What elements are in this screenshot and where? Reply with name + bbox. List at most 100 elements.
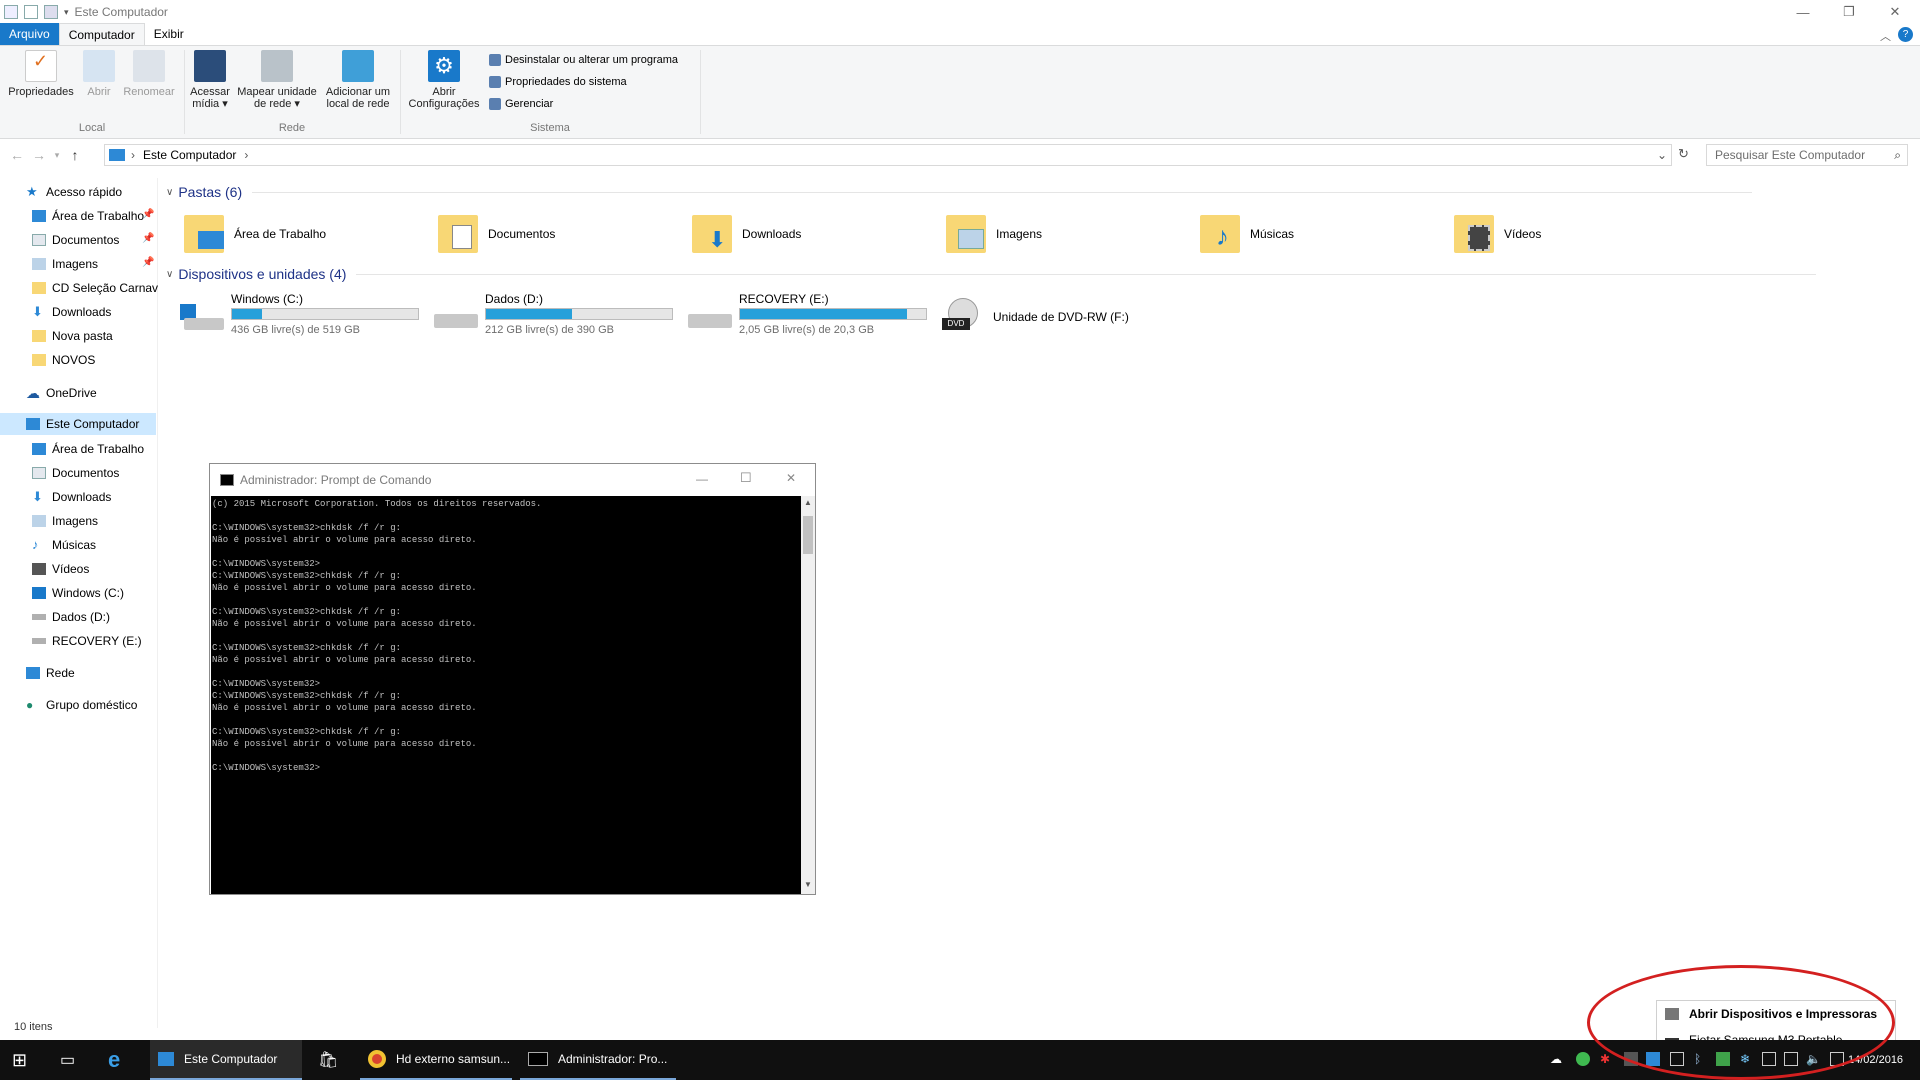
folder-imagens[interactable]: Imagens <box>946 210 1042 258</box>
minimize-button[interactable]: ― <box>1780 0 1826 24</box>
nav-pc-windows-c[interactable]: Windows (C:) <box>32 582 158 604</box>
section-dispositivos[interactable]: ∨ Dispositivos e unidades (4) <box>166 266 1916 282</box>
window-title: Este Computador <box>74 5 168 19</box>
nav-este-computador[interactable]: Este Computador <box>0 413 156 435</box>
customize-toolbar-icon[interactable]: ▾ <box>64 7 69 18</box>
taskbar-app-cmd[interactable]: Administrador: Pro... <box>520 1040 676 1080</box>
nav-label: Área de Trabalho <box>52 209 145 223</box>
nav-pc-videos[interactable]: Vídeos <box>32 558 158 580</box>
properties-icon[interactable] <box>24 5 38 19</box>
settings-gear-icon: ⚙ <box>428 50 460 82</box>
manage-icon <box>489 98 501 110</box>
forward-arrow-icon[interactable]: → <box>28 147 50 163</box>
cmd-maximize-button[interactable]: ☐ <box>740 470 752 486</box>
cmd-minimize-button[interactable]: ― <box>696 472 708 486</box>
nav-quick-documentos[interactable]: Documentos <box>32 229 158 251</box>
cmd-close-button[interactable]: ✕ <box>786 471 796 485</box>
mapear-unidade-button[interactable]: Mapear unidade de rede ▾ <box>234 50 320 110</box>
nav-rede[interactable]: Rede <box>26 662 156 684</box>
nav-pc-documentos[interactable]: Documentos <box>32 462 158 484</box>
cmd-output[interactable]: (c) 2015 Microsoft Corporation. Todos os… <box>211 496 801 894</box>
help-icon[interactable]: ? <box>1898 27 1913 42</box>
up-arrow-icon[interactable]: ↑ <box>64 147 86 163</box>
start-windows-icon[interactable]: ⊞ <box>12 1040 36 1080</box>
tab-arquivo[interactable]: Arquivo <box>0 23 59 45</box>
breadcrumb-chevron[interactable]: › <box>244 148 248 162</box>
nav-quick-cd-selecao[interactable]: CD Seleção Carnaval <box>32 277 158 299</box>
folder-downloads[interactable]: ⬇ Downloads <box>692 210 801 258</box>
restore-button[interactable]: ❐ <box>1826 0 1872 24</box>
download-arrow-icon: ⬇ <box>32 489 43 504</box>
minimize-ribbon-icon[interactable]: ︿ <box>1880 28 1891 44</box>
nav-label: Imagens <box>52 514 99 528</box>
nav-pc-dados-d[interactable]: Dados (D:) <box>32 606 158 628</box>
store-icon[interactable]: 🛍 <box>318 1040 342 1080</box>
folder-documentos[interactable]: Documentos <box>438 210 555 258</box>
drive-recovery-e[interactable]: RECOVERY (E:) 2,05 GB livre(s) de 20,3 G… <box>688 292 938 344</box>
nav-pc-imagens[interactable]: Imagens <box>32 510 158 532</box>
cmd-window[interactable]: Administrador: Prompt de Comando ― ☐ ✕ (… <box>209 463 816 895</box>
folder-area-trabalho[interactable]: Área de Trabalho <box>184 210 326 258</box>
abrir-button[interactable]: Abrir <box>80 50 118 98</box>
taskbar-app-chrome[interactable]: Hd externo samsun... <box>360 1040 512 1080</box>
address-dropdown-icon[interactable]: ⌄ <box>1657 148 1667 162</box>
breadcrumb-este-computador[interactable]: Este Computador <box>143 148 236 162</box>
address-bar[interactable]: › Este Computador › ⌄ <box>104 144 1672 166</box>
nav-quick-novos[interactable]: NOVOS <box>32 349 158 371</box>
nav-quick-area-trabalho[interactable]: Área de Trabalho <box>32 205 158 227</box>
address-row: ← → ▾ ↑ › Este Computador › ⌄ ↻ Pesquisa… <box>0 142 1920 168</box>
pictures-icon <box>32 258 46 270</box>
drive-dados-d[interactable]: Dados (D:) 212 GB livre(s) de 390 GB <box>434 292 684 344</box>
new-folder-icon[interactable] <box>44 5 58 19</box>
recent-locations-icon[interactable]: ▾ <box>50 150 64 161</box>
taskbar-app-explorer[interactable]: Este Computador <box>150 1040 302 1080</box>
drive-usage-bar <box>739 308 927 320</box>
spotify-tray-icon[interactable] <box>1576 1052 1590 1066</box>
configuracoes-label: Configurações <box>408 98 480 110</box>
adicionar-local-button[interactable]: Adicionar um local de rede <box>322 50 394 110</box>
refresh-icon[interactable]: ↻ <box>1678 146 1689 162</box>
onedrive-tray-icon[interactable]: ☁ <box>1550 1052 1564 1066</box>
propriedades-button[interactable]: ✓ Propriedades <box>6 50 76 98</box>
folder-musicas[interactable]: ♪ Músicas <box>1200 210 1294 258</box>
close-button[interactable]: ✕ <box>1872 0 1918 24</box>
nav-onedrive[interactable]: ☁ OneDrive <box>26 382 156 404</box>
scroll-thumb[interactable] <box>803 516 813 554</box>
abrir-configuracoes-button[interactable]: ⚙ Abrir Configurações <box>406 50 482 110</box>
windows-drive-icon <box>180 304 224 332</box>
drive-free-space: 436 GB livre(s) de 519 GB <box>231 324 361 336</box>
edge-browser-icon[interactable]: e <box>108 1040 134 1080</box>
task-view-icon[interactable]: ▭ <box>60 1040 84 1080</box>
adicionar-label: Adicionar um <box>325 86 391 98</box>
nav-pc-area-trabalho[interactable]: Área de Trabalho <box>32 438 158 460</box>
gerenciar-button[interactable]: Gerenciar <box>489 98 553 110</box>
nav-pc-downloads[interactable]: ⬇ Downloads <box>32 486 158 508</box>
propriedades-sistema-button[interactable]: Propriedades do sistema <box>489 76 627 88</box>
propriedades-sistema-label: Propriedades do sistema <box>505 76 627 88</box>
nav-grupo-domestico[interactable]: ● Grupo doméstico <box>26 694 156 716</box>
nav-quick-nova-pasta[interactable]: Nova pasta <box>32 325 158 347</box>
nav-quick-imagens[interactable]: Imagens <box>32 253 158 275</box>
nav-pc-musicas[interactable]: ♪ Músicas <box>32 534 158 556</box>
desinstalar-button[interactable]: Desinstalar ou alterar um programa <box>489 54 678 66</box>
scroll-up-icon[interactable]: ▲ <box>804 498 812 507</box>
nav-acesso-rapido[interactable]: ★ Acesso rápido <box>26 181 156 203</box>
tab-exibir[interactable]: Exibir <box>145 23 193 45</box>
back-arrow-icon[interactable]: ← <box>6 147 28 163</box>
section-pastas-header: Pastas (6) <box>178 184 243 200</box>
tab-computador[interactable]: Computador <box>58 23 145 45</box>
acessar-midia-button[interactable]: Acessar mídia ▾ <box>188 50 232 110</box>
nav-pc-recovery-e[interactable]: RECOVERY (E:) <box>32 630 158 652</box>
folder-videos[interactable]: Vídeos <box>1454 210 1541 258</box>
section-pastas[interactable]: ∨ Pastas (6) <box>166 184 1916 200</box>
nav-quick-downloads[interactable]: ⬇ Downloads <box>32 301 158 323</box>
cmd-scrollbar[interactable]: ▲ ▼ <box>801 496 815 894</box>
pin-icon: 📌 <box>142 257 155 268</box>
renomear-button[interactable]: Renomear <box>122 50 176 98</box>
search-input[interactable]: Pesquisar Este Computador ⌕ <box>1706 144 1908 166</box>
drive-windows-c[interactable]: Windows (C:) 436 GB livre(s) de 519 GB <box>180 292 430 344</box>
drive-dvd-f[interactable]: DVD Unidade de DVD-RW (F:) <box>942 292 1192 344</box>
scroll-down-icon[interactable]: ▼ <box>804 880 812 889</box>
cmd-title-bar[interactable]: Administrador: Prompt de Comando ― ☐ ✕ <box>210 464 815 496</box>
desktop-icon <box>32 210 46 222</box>
